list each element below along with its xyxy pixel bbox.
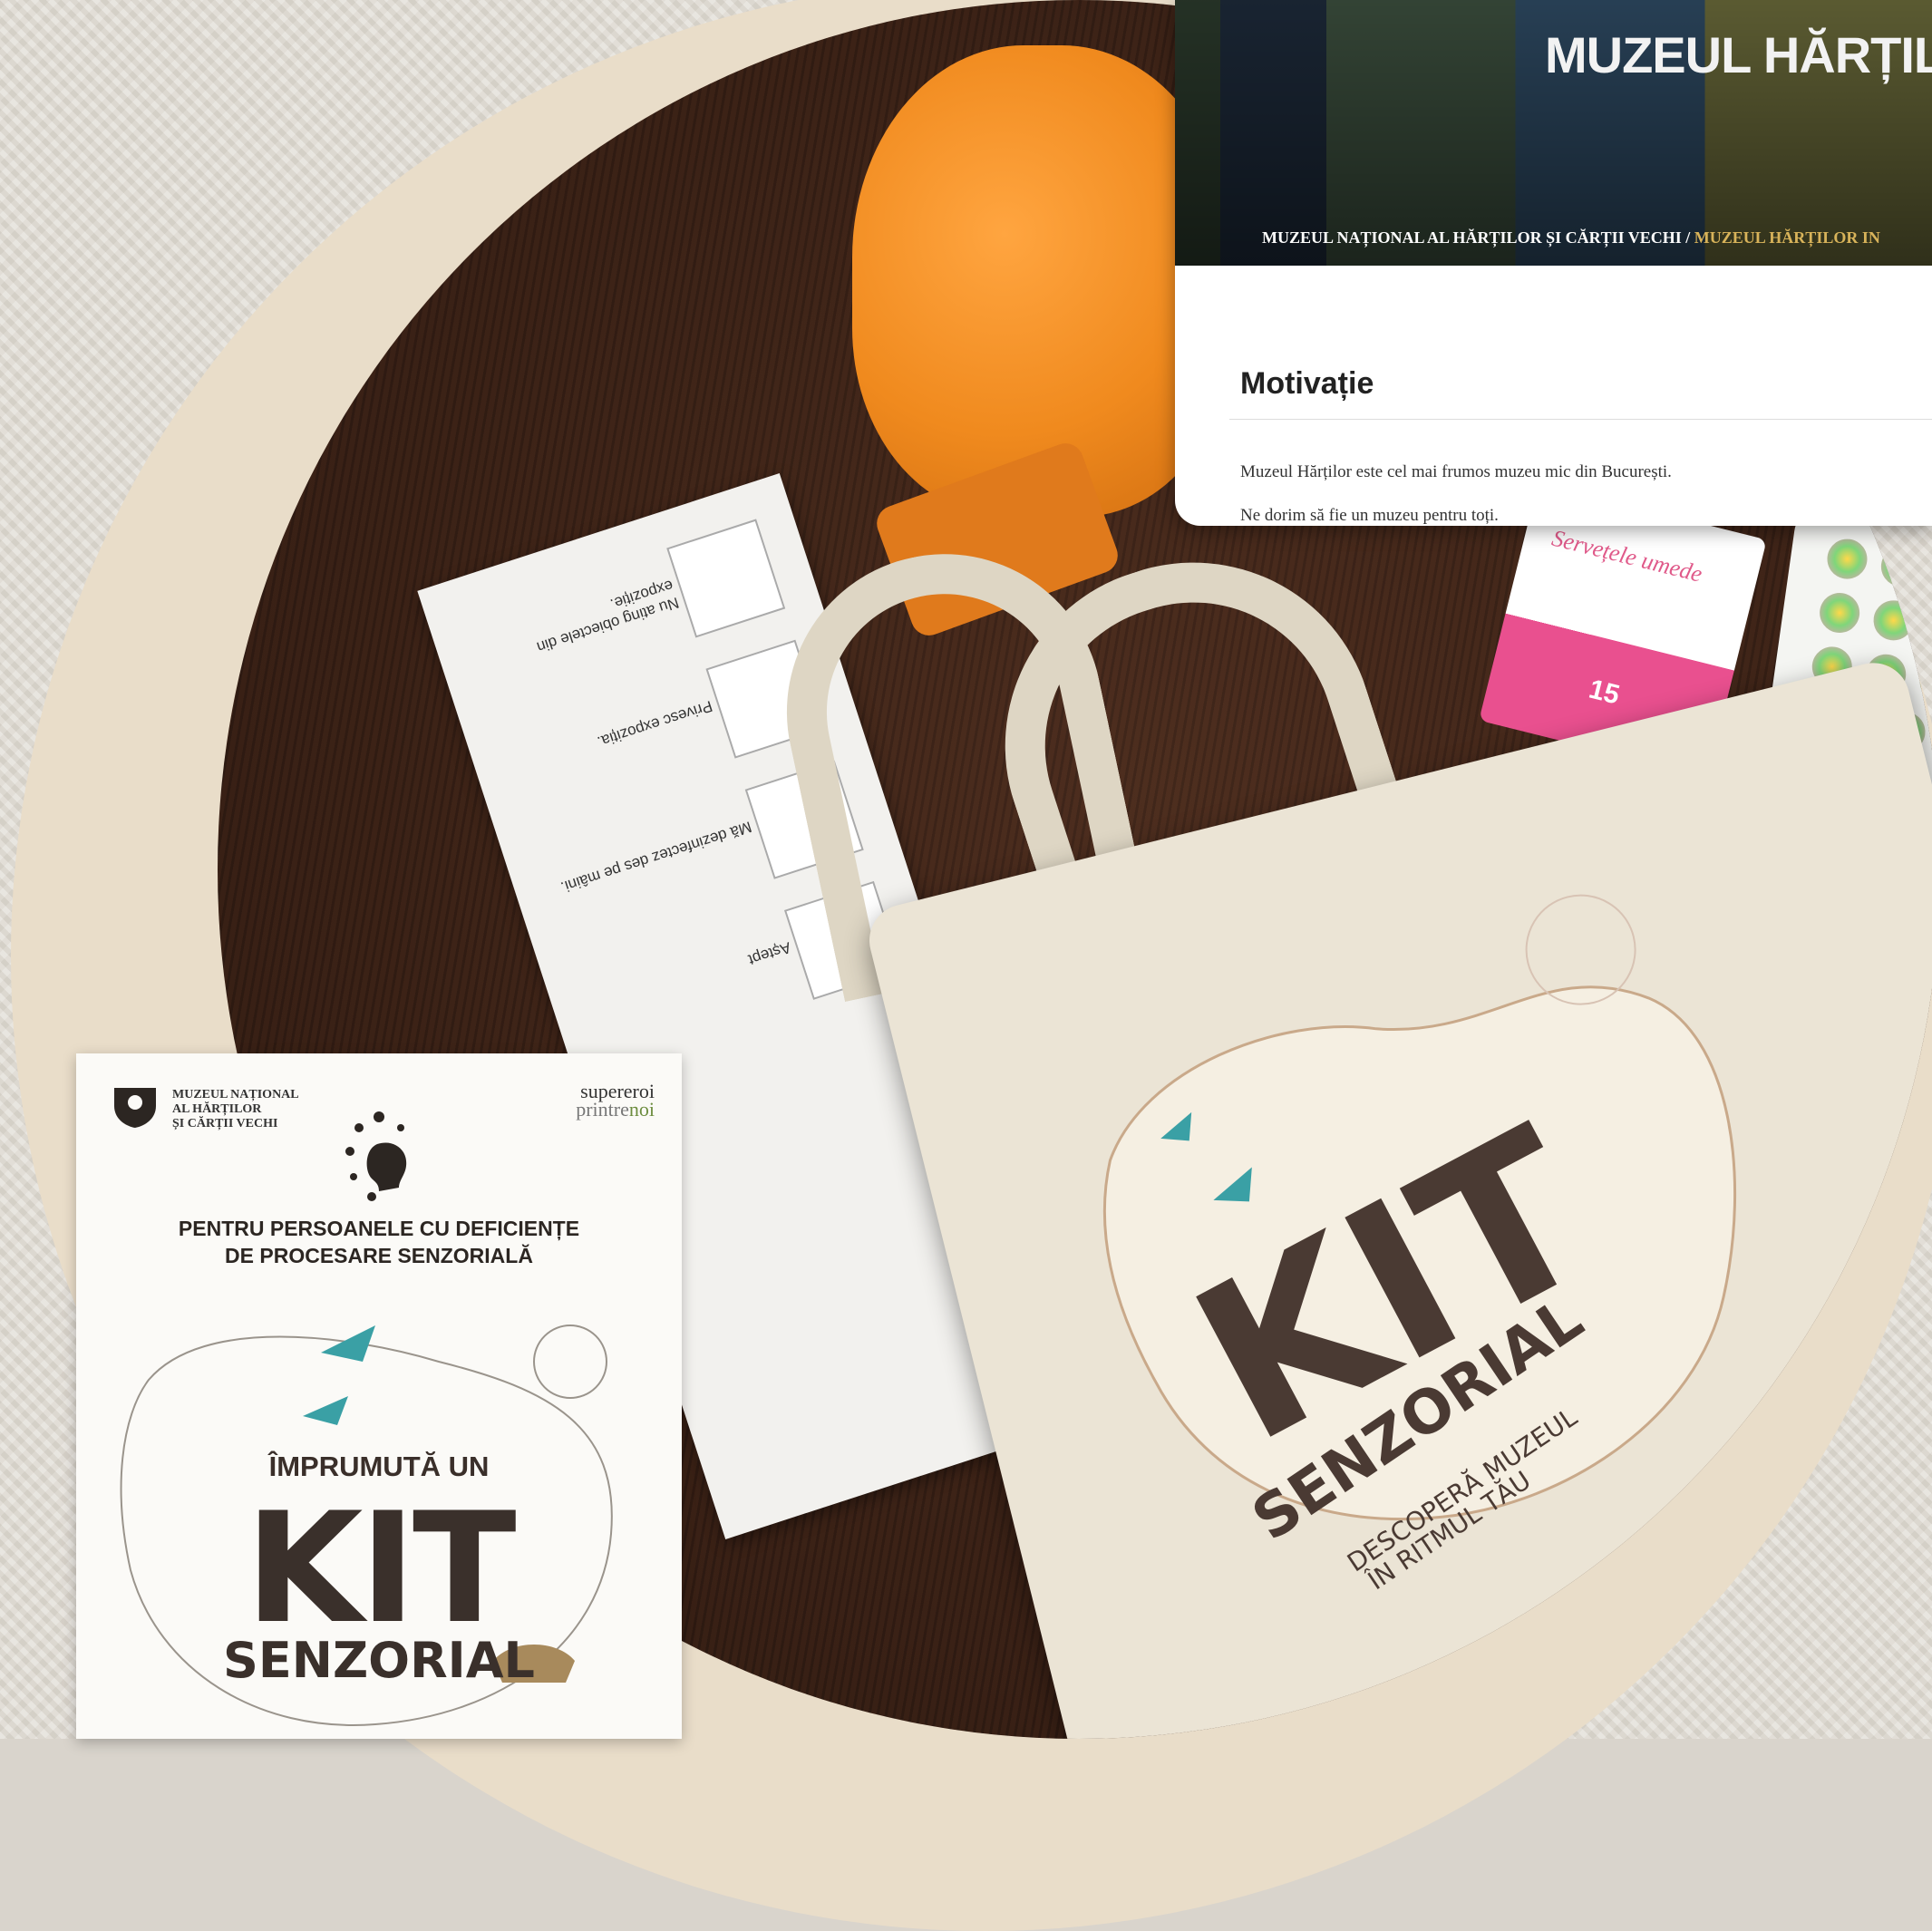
breadcrumb-current[interactable]: MUZEUL HĂRȚILOR IN (1694, 228, 1880, 247)
rule-text-3: Mă dezinfectez des pe mâini. (558, 818, 754, 897)
hero-banner-map: MUZEUL HĂRȚILO MUZEUL NAȚIONAL AL HĂRȚIL… (1175, 0, 1932, 266)
heading-divider (1229, 419, 1932, 420)
poster-kit-title: KIT (245, 1480, 516, 1657)
pop-bubble (1817, 590, 1862, 636)
museum-website-screenshot: MUZEUL HĂRȚILO MUZEUL NAȚIONAL AL HĂRȚIL… (1175, 0, 1932, 526)
org-line: AL HĂRȚILOR (172, 1102, 262, 1116)
breadcrumb-separator: / (1681, 228, 1694, 247)
bird-icon (303, 1396, 348, 1425)
paragraph-1: Muzeul Hărților este cel mai frumos muze… (1240, 462, 1672, 481)
breadcrumb-parent-link[interactable]: MUZEUL NAȚIONAL AL HĂRȚILOR ȘI CĂRȚII VE… (1262, 228, 1682, 247)
museum-crest-icon (114, 1088, 156, 1128)
poster-org-name: MUZEUL NAȚIONAL AL HĂRȚILOR ȘI CĂRȚII VE… (172, 1088, 299, 1131)
subtitle-line-1: PENTRU PERSOANELE CU DEFICIENȚE (178, 1217, 580, 1240)
rule-text-2: Privesc expoziția. (595, 697, 715, 751)
org-line: MUZEUL NAȚIONAL (172, 1088, 299, 1101)
poster-borrow-text: ÎMPRUMUTĂ UN (268, 1451, 490, 1482)
rule-pictogram-1 (666, 519, 786, 638)
wipes-label: Servețele umede (1549, 524, 1705, 587)
breadcrumb: MUZEUL NAȚIONAL AL HĂRȚILOR ȘI CĂRȚII VE… (1262, 228, 1880, 247)
pop-bubble (1917, 659, 1932, 704)
partner-bottom-2: noi (628, 1098, 655, 1121)
org-line: ȘI CĂRȚII VECHI (172, 1117, 278, 1130)
poster-senzorial-title: SENZORIAL (223, 1632, 535, 1689)
rule-text-4: Aștept (745, 938, 793, 969)
pop-bubble (1824, 536, 1870, 582)
partner-logo: supereroi printrenoi (576, 1082, 655, 1121)
wipes-count: 15 (1586, 674, 1623, 711)
paragraph-2: Ne dorim să fie un muzeu pentru toți. (1240, 506, 1499, 525)
kit-senzorial-poster: MUZEUL NAȚIONAL AL HĂRȚILOR ȘI CĂRȚII VE… (76, 1053, 682, 1739)
pop-bubble (1879, 544, 1924, 589)
section-heading: Motivație (1240, 366, 1374, 401)
bird-icon (321, 1325, 375, 1362)
pop-bubble (1925, 605, 1932, 651)
subtitle-line-2: DE PROCESARE SENZORIALĂ (225, 1244, 533, 1267)
pop-bubble (1870, 597, 1917, 644)
site-title: MUZEUL HĂRȚILO (1545, 26, 1932, 83)
poster-subtitle: PENTRU PERSOANELE CU DEFICIENȚE DE PROCE… (76, 1215, 682, 1269)
compass-rose-icon (533, 1325, 607, 1399)
head-silhouette-icon (345, 1111, 407, 1201)
rule-text-1: Nu ating obiectele din expoziție. (534, 576, 682, 656)
partner-bottom-1: printre (576, 1098, 629, 1121)
